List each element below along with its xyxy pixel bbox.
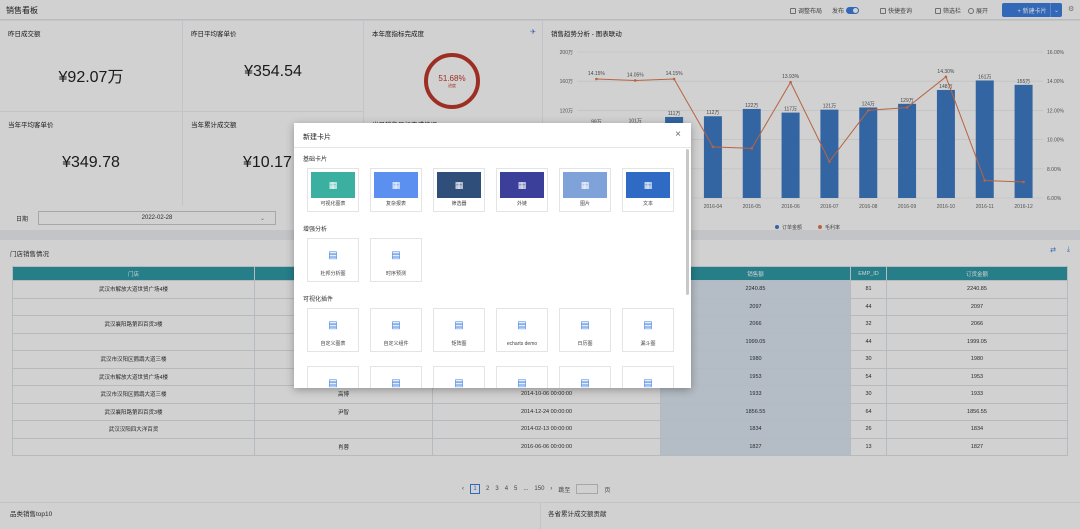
matrix-icon: ▤ xyxy=(454,319,464,331)
treemap-icon: ▤ xyxy=(580,377,590,389)
tile-label: 外链 xyxy=(516,201,527,207)
card-type-tile[interactable]: ▦ 文本 xyxy=(622,168,674,212)
card-type-tile[interactable]: ▤ 自定义图表 xyxy=(307,308,359,352)
dupont-icon: ▤ xyxy=(328,249,338,261)
tile-label: 文本 xyxy=(642,201,653,207)
group-title: 增强分析 xyxy=(303,227,328,233)
bar-chart-icon: ▦ xyxy=(311,172,355,198)
calendar-icon: ▤ xyxy=(580,319,590,331)
group-title: 可视化插件 xyxy=(303,297,334,303)
report-icon: ▦ xyxy=(374,172,418,198)
tile-label: 日历图 xyxy=(577,341,593,347)
card-type-tile[interactable]: ▤ 杜邦分析图 xyxy=(307,238,359,282)
gauge-icon: ▤ xyxy=(643,377,653,389)
card-type-tile[interactable]: ▤ xyxy=(307,366,359,388)
new-card-dialog: 新建卡片 × 基础卡片 ▦ 可视化图表 ▦ 复杂报表 ▦ 筛选器 ▦ 外链 ▦ 图片 ▦ 文本增强分析 ▤… xyxy=(294,123,691,388)
tile-label: 自定义图表 xyxy=(320,341,346,347)
scrollbar[interactable] xyxy=(686,149,689,295)
flow-icon: ▤ xyxy=(328,377,338,389)
card-type-tile[interactable]: ▦ 可视化图表 xyxy=(307,168,359,212)
tile-label: 筛选器 xyxy=(451,201,467,207)
tile-label: 时序预测 xyxy=(385,271,406,277)
card-type-tile[interactable]: ▤ xyxy=(559,366,611,388)
tile-label: 复杂报表 xyxy=(385,201,406,207)
card-type-tile[interactable]: ▤ xyxy=(370,366,422,388)
group-title: 基础卡片 xyxy=(303,157,328,163)
funnel-icon: ▤ xyxy=(643,319,653,331)
tile-label: echarts demo xyxy=(506,341,538,347)
bars-icon: ▤ xyxy=(517,377,527,389)
card-type-tile[interactable]: ▤ 时序预测 xyxy=(370,238,422,282)
forecast-icon: ▤ xyxy=(391,249,401,261)
dialog-title: 新建卡片 xyxy=(303,134,331,141)
card-type-tile[interactable]: ▦ 外链 xyxy=(496,168,548,212)
divider xyxy=(294,147,691,148)
scatter-icon: ▤ xyxy=(391,377,401,389)
card-type-tile[interactable]: ▤ 日历图 xyxy=(559,308,611,352)
card-type-tile[interactable]: ▤ 矩阵图 xyxy=(433,308,485,352)
filter-icon: ▦ xyxy=(437,172,481,198)
card-type-tile[interactable]: ▤ 漏斗图 xyxy=(622,308,674,352)
custom-chart-icon: ▤ xyxy=(328,319,338,331)
close-icon[interactable]: × xyxy=(675,129,681,140)
text-icon: ▦ xyxy=(626,172,670,198)
tile-label: 杜邦分析图 xyxy=(320,271,346,277)
card-type-tile[interactable]: ▦ 复杂报表 xyxy=(370,168,422,212)
card-type-tile[interactable]: ▤ 自定义组件 xyxy=(370,308,422,352)
card-type-tile[interactable]: ▤ xyxy=(433,366,485,388)
card-type-tile[interactable]: ▦ 筛选器 xyxy=(433,168,485,212)
map-pin-icon: ▤ xyxy=(517,319,527,331)
tile-label: 矩阵图 xyxy=(451,341,467,347)
link-icon: ▦ xyxy=(500,172,544,198)
image-icon: ▦ xyxy=(563,172,607,198)
card-type-tile[interactable]: ▤ xyxy=(496,366,548,388)
tile-label: 漏斗图 xyxy=(640,341,656,347)
custom-component-icon: ▤ xyxy=(391,319,401,331)
tile-label: 自定义组件 xyxy=(383,341,409,347)
line-icon: ▤ xyxy=(454,377,464,389)
card-type-tile[interactable]: ▤ echarts demo xyxy=(496,308,548,352)
card-type-tile[interactable]: ▤动态进度仪表盘 xyxy=(622,366,674,388)
tile-label: 可视化图表 xyxy=(320,201,346,207)
tile-label: 图片 xyxy=(579,201,590,207)
card-type-tile[interactable]: ▦ 图片 xyxy=(559,168,611,212)
